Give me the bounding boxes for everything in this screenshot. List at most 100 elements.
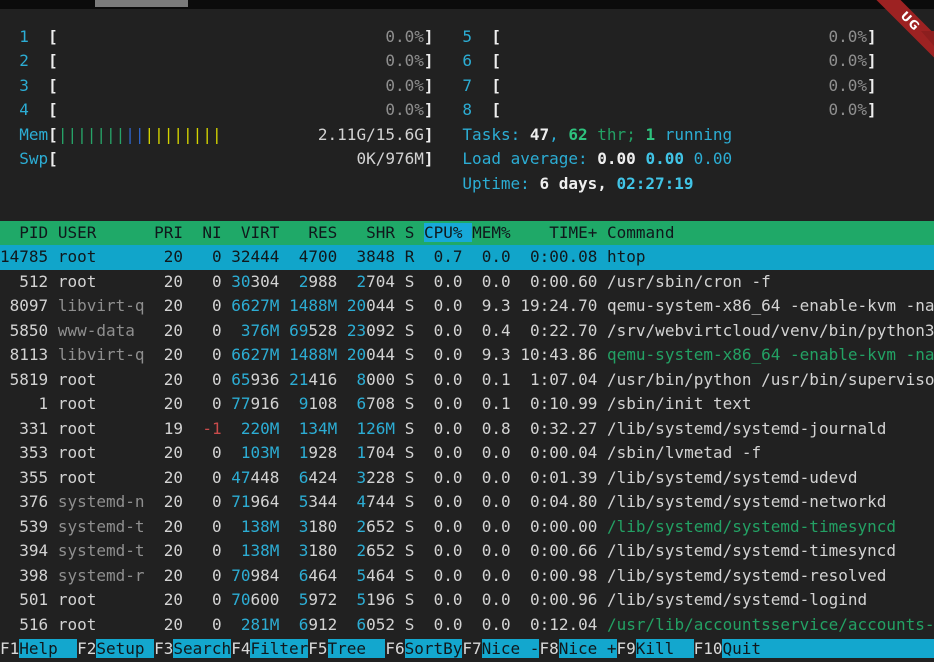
cell-time: 0:00.96 xyxy=(520,590,597,609)
process-row[interactable]: 5819 root 20 0 65936 21416 8000 S 0.0 0.… xyxy=(0,368,934,393)
fkey-F8[interactable]: F8Nice + xyxy=(539,639,616,658)
gap xyxy=(279,468,289,487)
fkey-F1[interactable]: F1Help xyxy=(0,639,77,658)
fkey-F10[interactable]: F10Quit xyxy=(694,639,761,658)
process-row[interactable]: 516 root 20 0 281M 6912 6052 S 0.0 0.0 0… xyxy=(0,613,934,638)
column-header-time[interactable]: TIME+ xyxy=(520,223,597,242)
fkey-F5[interactable]: F5Tree xyxy=(308,639,385,658)
fkey-F7[interactable]: F7Nice - xyxy=(462,639,539,658)
empty-row xyxy=(0,196,934,221)
gap xyxy=(337,541,347,560)
column-header-s[interactable]: S xyxy=(405,223,415,242)
gap xyxy=(279,419,289,438)
column-header-user[interactable]: USER xyxy=(58,223,145,242)
gap xyxy=(337,566,347,585)
cell-mem-percent: 0.1 xyxy=(472,394,511,413)
meter-close-bracket: ] xyxy=(867,100,877,119)
cell-priority: 20 xyxy=(154,541,183,560)
gap xyxy=(48,590,58,609)
gap xyxy=(222,443,232,462)
column-header-virt[interactable]: VIRT xyxy=(231,223,279,242)
swap-meter-value: 0K/976M xyxy=(356,149,423,168)
meter-close-bracket: ] xyxy=(867,51,877,70)
gap xyxy=(183,566,193,585)
meter-open-bracket: [ xyxy=(48,149,58,168)
process-row[interactable]: 501 root 20 0 70600 5972 5196 S 0.0 0.0 … xyxy=(0,588,934,613)
process-row[interactable]: 8097 libvirt-q 20 0 6627M 1488M 20044 S … xyxy=(0,294,934,319)
cell-state: S xyxy=(405,541,415,560)
memory-value-mb: 1 xyxy=(289,443,308,462)
fkey-F4[interactable]: F4Filter xyxy=(231,639,308,658)
gap xyxy=(337,492,347,511)
meter-empty xyxy=(501,51,829,70)
gap xyxy=(395,590,405,609)
cell-time: 10:43.86 xyxy=(520,345,597,364)
memory-value-kb: 108 xyxy=(308,394,337,413)
cell-state: S xyxy=(405,443,415,462)
fkey-F6[interactable]: F6SortBy xyxy=(385,639,462,658)
fkey-key-label: F4 xyxy=(231,639,250,658)
gap xyxy=(472,27,491,46)
process-row[interactable]: 353 root 20 0 103M 1928 1704 S 0.0 0.0 0… xyxy=(0,441,934,466)
process-row[interactable]: 1 root 20 0 77916 9108 6708 S 0.0 0.1 0:… xyxy=(0,392,934,417)
gap xyxy=(414,370,424,389)
fkey-F2[interactable]: F2Setup xyxy=(77,639,154,658)
process-row[interactable]: 14785 root 20 0 32444 4700 3848 R 0.7 0.… xyxy=(0,245,934,270)
gap xyxy=(463,443,473,462)
column-header-command[interactable]: Command xyxy=(607,223,674,242)
gap xyxy=(597,492,607,511)
process-row[interactable]: 331 root 19 -1 220M 134M 126M S 0.0 0.8 … xyxy=(0,417,934,442)
process-row[interactable]: 394 systemd-t 20 0 138M 3180 2652 S 0.0 … xyxy=(0,539,934,564)
column-header-pri[interactable]: PRI xyxy=(154,223,183,242)
gap xyxy=(145,272,155,291)
load-average-label: Load average: xyxy=(462,149,597,168)
cpu-meter-value: 0.0% xyxy=(828,100,867,119)
cell-mem-percent: 0.8 xyxy=(472,419,511,438)
gap xyxy=(48,419,58,438)
memory-used-bars: ||||||| xyxy=(58,125,125,144)
column-header-ni[interactable]: NI xyxy=(193,223,222,242)
column-header-res[interactable]: RES xyxy=(289,223,337,242)
column-header-shr[interactable]: SHR xyxy=(347,223,395,242)
window-tab[interactable] xyxy=(95,0,188,7)
cell-time: 0:32.27 xyxy=(520,419,597,438)
gap xyxy=(48,223,58,242)
gap xyxy=(511,517,521,536)
memory-value-kb: 444 xyxy=(251,247,280,266)
gap xyxy=(48,247,58,266)
process-row[interactable]: 5850 www-data 20 0 376M 69528 23092 S 0.… xyxy=(0,319,934,344)
process-row[interactable]: 539 systemd-t 20 0 138M 3180 2652 S 0.0 … xyxy=(0,515,934,540)
memory-value-mb: 69 xyxy=(289,321,308,340)
gap xyxy=(511,321,521,340)
cell-priority: 20 xyxy=(154,566,183,585)
gap xyxy=(395,419,405,438)
memory-value-mb: 6 xyxy=(289,566,308,585)
memory-value-mb: 21 xyxy=(289,370,308,389)
fkey-F9[interactable]: F9Kill xyxy=(617,639,694,658)
gap xyxy=(597,247,607,266)
fkey-key-label: F1 xyxy=(0,639,19,658)
process-row[interactable]: 8113 libvirt-q 20 0 6627M 1488M 20044 S … xyxy=(0,343,934,368)
cell-cpu-percent: 0.0 xyxy=(424,370,463,389)
process-row[interactable]: 355 root 20 0 47448 6424 3228 S 0.0 0.0 … xyxy=(0,466,934,491)
fkey-F3[interactable]: F3Search xyxy=(154,639,231,658)
column-header-cpu[interactable]: CPU% xyxy=(424,223,472,242)
cpu-meter-id: 5 xyxy=(462,27,472,46)
column-header-mem[interactable]: MEM% xyxy=(472,223,511,242)
gap xyxy=(222,247,232,266)
memory-value-kb: 528 xyxy=(308,321,337,340)
cell-priority: 20 xyxy=(154,321,183,340)
gap xyxy=(511,370,521,389)
gap xyxy=(222,590,232,609)
gap xyxy=(222,321,232,340)
gap xyxy=(597,272,607,291)
process-row[interactable]: 376 systemd-n 20 0 71964 5344 4744 S 0.0… xyxy=(0,490,934,515)
gap xyxy=(511,272,521,291)
memory-value-mb: 2 xyxy=(347,272,366,291)
column-header-pid[interactable]: PID xyxy=(0,223,48,242)
memory-value-mb: 5 xyxy=(289,492,308,511)
process-row[interactable]: 512 root 20 0 30304 2988 2704 S 0.0 0.0 … xyxy=(0,270,934,295)
process-row[interactable]: 398 systemd-r 20 0 70984 6464 5464 S 0.0… xyxy=(0,564,934,589)
gap xyxy=(29,51,48,70)
gap xyxy=(145,443,155,462)
